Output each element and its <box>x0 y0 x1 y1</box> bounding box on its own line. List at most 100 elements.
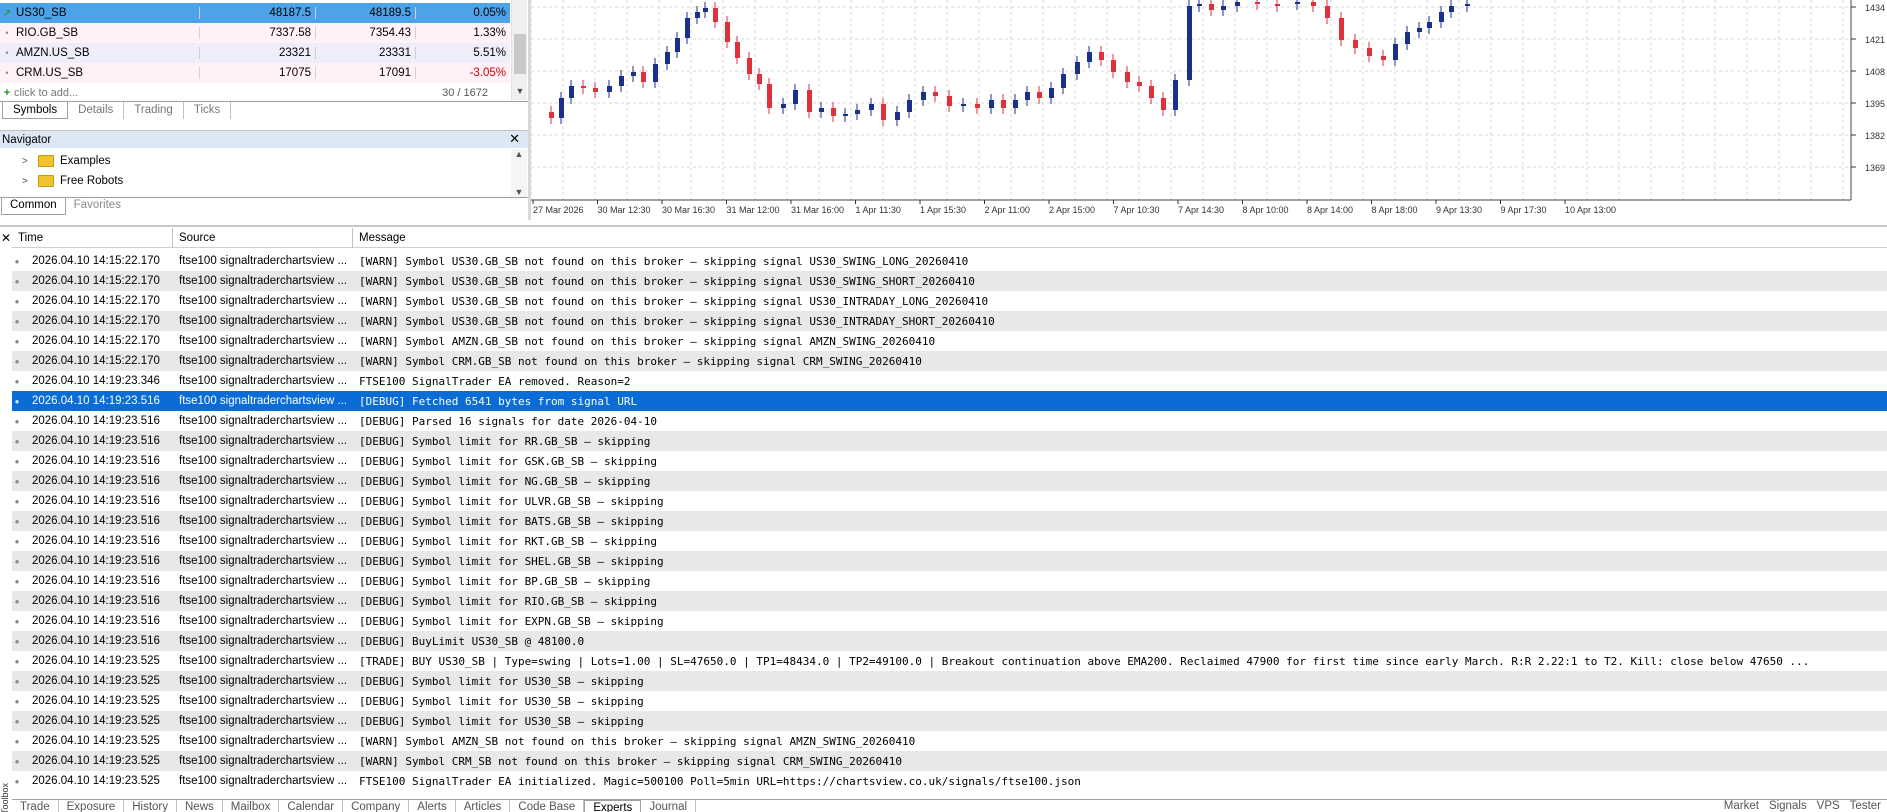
scroll-up-icon[interactable]: ▲ <box>511 149 527 159</box>
tab-favorites[interactable]: Favorites <box>66 198 129 215</box>
log-row[interactable]: ● 2026.04.10 14:19:23.516 ftse100 signaltr… <box>12 411 1887 431</box>
log-message: [DEBUG] Symbol limit for BATS.GB_SB — sk… <box>359 514 664 528</box>
candle-body <box>1339 18 1344 40</box>
tab-symbols[interactable]: Symbols <box>2 102 69 119</box>
log-row[interactable]: ● 2026.04.10 14:19:23.516 ftse100 signaltr… <box>12 431 1887 451</box>
scroll-down-icon[interactable]: ▼ <box>511 187 527 197</box>
log-row[interactable]: ● 2026.04.10 14:19:23.525 ftse100 signaltr… <box>12 771 1887 791</box>
bullet-icon: ● <box>14 576 20 586</box>
tab-journal[interactable]: Journal <box>641 800 697 812</box>
log-row[interactable]: ● 2026.04.10 14:19:23.525 ftse100 signaltr… <box>12 651 1887 671</box>
bullet-icon: ● <box>14 416 20 426</box>
log-row[interactable]: ● 2026.04.10 14:15:22.170 ftse100 signaltr… <box>12 331 1887 351</box>
candle-body <box>1187 6 1192 80</box>
log-row[interactable]: ● 2026.04.10 14:19:23.516 ftse100 signaltr… <box>12 591 1887 611</box>
toolbox-link-vps[interactable]: VPS <box>1817 800 1840 812</box>
close-icon[interactable]: ✕ <box>509 131 520 147</box>
price-axis-label: 1434 <box>1865 3 1885 13</box>
navigator-scrollbar[interactable]: ▲ ▼ <box>511 149 527 197</box>
log-row[interactable]: ● 2026.04.10 14:19:23.346 ftse100 signaltr… <box>12 371 1887 391</box>
log-row[interactable]: ● 2026.04.10 14:15:22.170 ftse100 signaltr… <box>12 271 1887 291</box>
market-watch-row[interactable]: • RIO.GB_SB 7337.58 7354.43 1.33% <box>0 23 510 43</box>
time-axis-label: 8 Apr 14:00 <box>1307 205 1353 215</box>
chevron-right-icon[interactable]: > <box>22 176 38 187</box>
log-row[interactable]: ● 2026.04.10 14:19:23.525 ftse100 signaltr… <box>12 671 1887 691</box>
log-row[interactable]: ● 2026.04.10 14:19:23.516 ftse100 signaltr… <box>12 491 1887 511</box>
tab-experts[interactable]: Experts <box>584 800 642 812</box>
candle-body <box>703 8 708 12</box>
symbol-name: US30_SB <box>16 7 67 19</box>
log-row[interactable]: ● 2026.04.10 14:19:23.525 ftse100 signaltr… <box>12 711 1887 731</box>
candle-body <box>1013 100 1018 108</box>
column-header-source[interactable]: Source <box>173 227 353 248</box>
log-time: 2026.04.10 14:15:22.170 <box>32 355 160 367</box>
scrollbar-thumb[interactable] <box>514 34 526 74</box>
daily-change: -3.05% <box>415 67 510 79</box>
market-watch-row[interactable]: ↗ US30_SB 48187.5 48189.5 0.05% <box>0 3 510 23</box>
bullet-icon: ● <box>14 536 20 546</box>
tab-common[interactable]: Common <box>1 198 66 215</box>
tab-code-base[interactable]: Code Base <box>510 800 585 812</box>
tab-news[interactable]: News <box>177 800 223 812</box>
column-header-message[interactable]: Message <box>353 228 1887 248</box>
log-row[interactable]: ● 2026.04.10 14:19:23.516 ftse100 signaltr… <box>12 531 1887 551</box>
log-row[interactable]: ● 2026.04.10 14:19:23.516 ftse100 signaltr… <box>12 451 1887 471</box>
candle-body <box>1405 32 1410 44</box>
log-source: ftse100 signaltraderchartsview ... <box>179 495 348 507</box>
log-source: ftse100 signaltraderchartsview ... <box>179 435 348 447</box>
toolbox-link-market[interactable]: Market <box>1724 800 1759 812</box>
tab-calendar[interactable]: Calendar <box>279 800 344 812</box>
candle-body <box>631 72 636 76</box>
log-row[interactable]: ● 2026.04.10 14:19:23.516 ftse100 signaltr… <box>12 551 1887 571</box>
close-icon[interactable]: ✕ <box>0 231 12 245</box>
log-row[interactable]: ● 2026.04.10 14:19:23.525 ftse100 signaltr… <box>12 691 1887 711</box>
bullet-icon: ● <box>14 256 20 266</box>
tab-company[interactable]: Company <box>343 800 410 812</box>
navigator-item-examples[interactable]: > Examples <box>22 152 111 170</box>
time-axis-label: 31 Mar 12:00 <box>727 205 780 215</box>
log-row[interactable]: ● 2026.04.10 14:15:22.170 ftse100 signaltr… <box>12 291 1887 311</box>
candle-body <box>1173 80 1178 110</box>
tab-details[interactable]: Details <box>68 102 125 119</box>
column-header-time[interactable]: Time <box>12 227 173 248</box>
chevron-right-icon[interactable]: > <box>22 156 38 167</box>
tab-alerts[interactable]: Alerts <box>409 800 456 812</box>
tab-trade[interactable]: Trade <box>12 800 59 812</box>
log-row[interactable]: ● 2026.04.10 14:19:23.516 ftse100 signaltr… <box>12 631 1887 651</box>
log-row[interactable]: ● 2026.04.10 14:19:23.516 ftse100 signaltr… <box>12 571 1887 591</box>
log-row[interactable]: ● 2026.04.10 14:19:23.525 ftse100 signaltr… <box>12 751 1887 771</box>
log-row[interactable]: ● 2026.04.10 14:19:23.516 ftse100 signaltr… <box>12 511 1887 531</box>
candle-body <box>1325 6 1330 18</box>
log-row[interactable]: ● 2026.04.10 14:19:23.516 ftse100 signaltr… <box>12 391 1887 411</box>
click-to-add-row[interactable]: + click to add... 30 / 1672 <box>0 85 528 101</box>
market-watch-row[interactable]: • CRM.US_SB 17075 17091 -3.05% <box>0 63 510 83</box>
log-row[interactable]: ● 2026.04.10 14:19:23.516 ftse100 signaltr… <box>12 611 1887 631</box>
toolbox-right-items: Market Signals VPS Tester <box>1724 800 1887 812</box>
log-row[interactable]: ● 2026.04.10 14:15:22.170 ftse100 signaltr… <box>12 311 1887 331</box>
time-axis-label: 2 Apr 15:00 <box>1049 205 1095 215</box>
log-source: ftse100 signaltraderchartsview ... <box>179 535 348 547</box>
tab-articles[interactable]: Articles <box>456 800 511 812</box>
tab-mailbox[interactable]: Mailbox <box>223 800 280 812</box>
log-row[interactable]: ● 2026.04.10 14:15:22.170 ftse100 signaltr… <box>12 251 1887 271</box>
tab-history[interactable]: History <box>124 800 177 812</box>
log-time: 2026.04.10 14:19:23.525 <box>32 655 160 667</box>
tab-exposure[interactable]: Exposure <box>59 800 125 812</box>
log-message: [DEBUG] Symbol limit for US30_SB — skipp… <box>359 674 644 688</box>
log-row[interactable]: ● 2026.04.10 14:15:22.170 ftse100 signaltr… <box>12 351 1887 371</box>
log-row[interactable]: ● 2026.04.10 14:19:23.516 ftse100 signaltr… <box>12 471 1887 491</box>
tab-trading[interactable]: Trading <box>124 102 184 119</box>
log-time: 2026.04.10 14:19:23.516 <box>32 635 160 647</box>
log-source: ftse100 signaltraderchartsview ... <box>179 595 348 607</box>
log-message: [TRADE] BUY US30_SB | Type=swing | Lots=… <box>359 654 1810 668</box>
candle-body <box>581 86 586 88</box>
market-watch-row[interactable]: • AMZN.US_SB 23321 23331 5.51% <box>0 43 510 63</box>
time-axis-label: 27 Mar 2026 <box>533 205 584 215</box>
toolbox-link-tester[interactable]: Tester <box>1850 800 1881 812</box>
tab-ticks[interactable]: Ticks <box>184 102 232 119</box>
navigator-item-free-robots[interactable]: > Free Robots <box>22 172 123 190</box>
log-row[interactable]: ● 2026.04.10 14:19:23.525 ftse100 signaltr… <box>12 731 1887 751</box>
candlestick-chart[interactable]: 1434 1421 1408 1395 1382 1369 27 Mar 2026 30 Ma… <box>531 0 1887 220</box>
price-chart[interactable]: 1434 1421 1408 1395 1382 1369 27 Mar 2026 30 Ma… <box>531 0 1887 220</box>
toolbox-link-signals[interactable]: Signals <box>1769 800 1807 812</box>
